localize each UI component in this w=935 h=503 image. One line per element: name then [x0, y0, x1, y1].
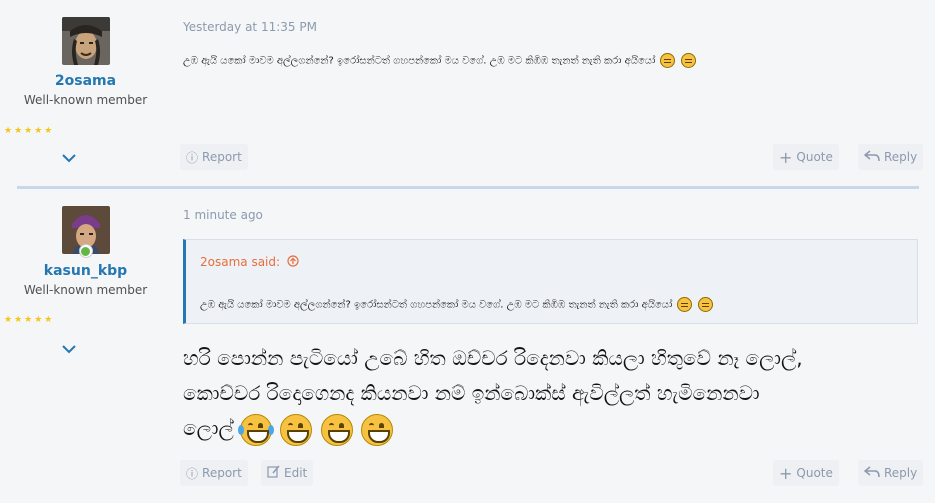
message-line-last: ලොල් — [183, 411, 923, 446]
post-time[interactable]: 1 minute ago — [183, 208, 263, 222]
report-icon: ⓘ — [186, 466, 199, 481]
quote-message: උඹ ඇයි යකෝ මාවම අල්ලගන්නේ? ඉරෝසන්ටත් ගහප… — [200, 299, 673, 311]
avatar[interactable] — [61, 206, 110, 258]
expressionless-emoji-icon — [660, 53, 676, 68]
expressionless-emoji-icon — [697, 297, 713, 312]
user-title: Well-known member — [23, 283, 148, 297]
message-line: කොච්චර රිදොගෙනද කියනවා නම් ඉන්බොක්ස් ඇවි… — [183, 381, 760, 405]
online-status-icon — [78, 244, 93, 258]
reply-button[interactable]: Reply — [858, 144, 924, 170]
expressionless-emoji-icon — [677, 297, 693, 312]
edit-label: Edit — [284, 466, 308, 480]
reply-label: Reply — [884, 150, 918, 164]
post-2: kasun_kbp Well-known member ★★★★★ 1 minu… — [0, 190, 935, 503]
message-line: හරි පොන්න පැටියෝ උබේ හිත ඔච්චර රිදෙනවා ක… — [183, 346, 803, 370]
quote-label: Quote — [796, 466, 833, 480]
report-button[interactable]: ⓘ Report — [180, 460, 248, 486]
edit-icon — [267, 465, 280, 481]
quote-label: Quote — [796, 150, 833, 164]
report-icon: ⓘ — [186, 150, 199, 165]
chevron-down-icon[interactable] — [62, 342, 76, 358]
chevron-down-icon[interactable] — [62, 151, 76, 167]
expressionless-emoji-icon — [680, 53, 696, 68]
reply-icon — [863, 149, 880, 165]
reply-button[interactable]: Reply — [858, 460, 924, 486]
report-button[interactable]: ⓘ Report — [180, 144, 248, 170]
grinning-emoji-icon — [320, 413, 353, 446]
post-time[interactable]: Yesterday at 11:35 PM — [183, 20, 317, 34]
grinning-emoji-icon — [280, 413, 313, 446]
message-line: ලොල් — [183, 416, 234, 440]
report-label: Report — [202, 466, 242, 480]
quote-button[interactable]: + Quote — [773, 144, 839, 170]
user-title: Well-known member — [23, 93, 148, 107]
quote-button[interactable]: + Quote — [773, 460, 839, 486]
post-message: හරි පොන්න පැටියෝ උබේ හිත ඔච්චර රිදෙනවා ක… — [183, 341, 923, 446]
quote-block: 2osama said: උඹ ඇයි යකෝ මාවම අල්ලගන්නේ? … — [183, 239, 918, 324]
rating-stars: ★★★★★ — [4, 315, 55, 325]
username[interactable]: 2osama — [14, 73, 157, 89]
tears-of-joy-emoji-icon — [238, 413, 275, 446]
grinning-emoji-icon — [361, 413, 394, 446]
edit-button[interactable]: Edit — [261, 460, 314, 486]
report-label: Report — [202, 150, 242, 164]
rating-stars: ★★★★★ — [4, 126, 55, 136]
plus-icon: + — [779, 147, 793, 167]
user-info: kasun_kbp Well-known member — [14, 206, 157, 297]
username[interactable]: kasun_kbp — [14, 263, 157, 279]
quote-text: උඹ ඇයි යකෝ මාවම අල්ලගන්නේ? ඉරෝසන්ටත් ගහප… — [200, 297, 713, 312]
user-info: 2osama Well-known member — [14, 17, 157, 107]
avatar[interactable] — [61, 17, 110, 65]
quote-header[interactable]: 2osama said: — [200, 255, 299, 269]
post-divider — [17, 186, 919, 189]
post-1: 2osama Well-known member ★★★★★ Yesterday… — [0, 0, 935, 185]
post-message: උඹ ඇයි යකෝ මාවම අල්ලගන්නේ? ඉරෝසන්ටත් ගහප… — [183, 53, 696, 68]
message-text: උඹ ඇයි යකෝ මාවම අල්ලගන්නේ? ඉරෝසන්ටත් ගහප… — [183, 55, 656, 67]
arrow-up-circle-icon[interactable] — [284, 255, 299, 269]
reply-icon — [863, 465, 880, 481]
plus-icon: + — [779, 463, 793, 483]
quote-author[interactable]: 2osama said: — [200, 255, 280, 269]
reply-label: Reply — [884, 466, 918, 480]
